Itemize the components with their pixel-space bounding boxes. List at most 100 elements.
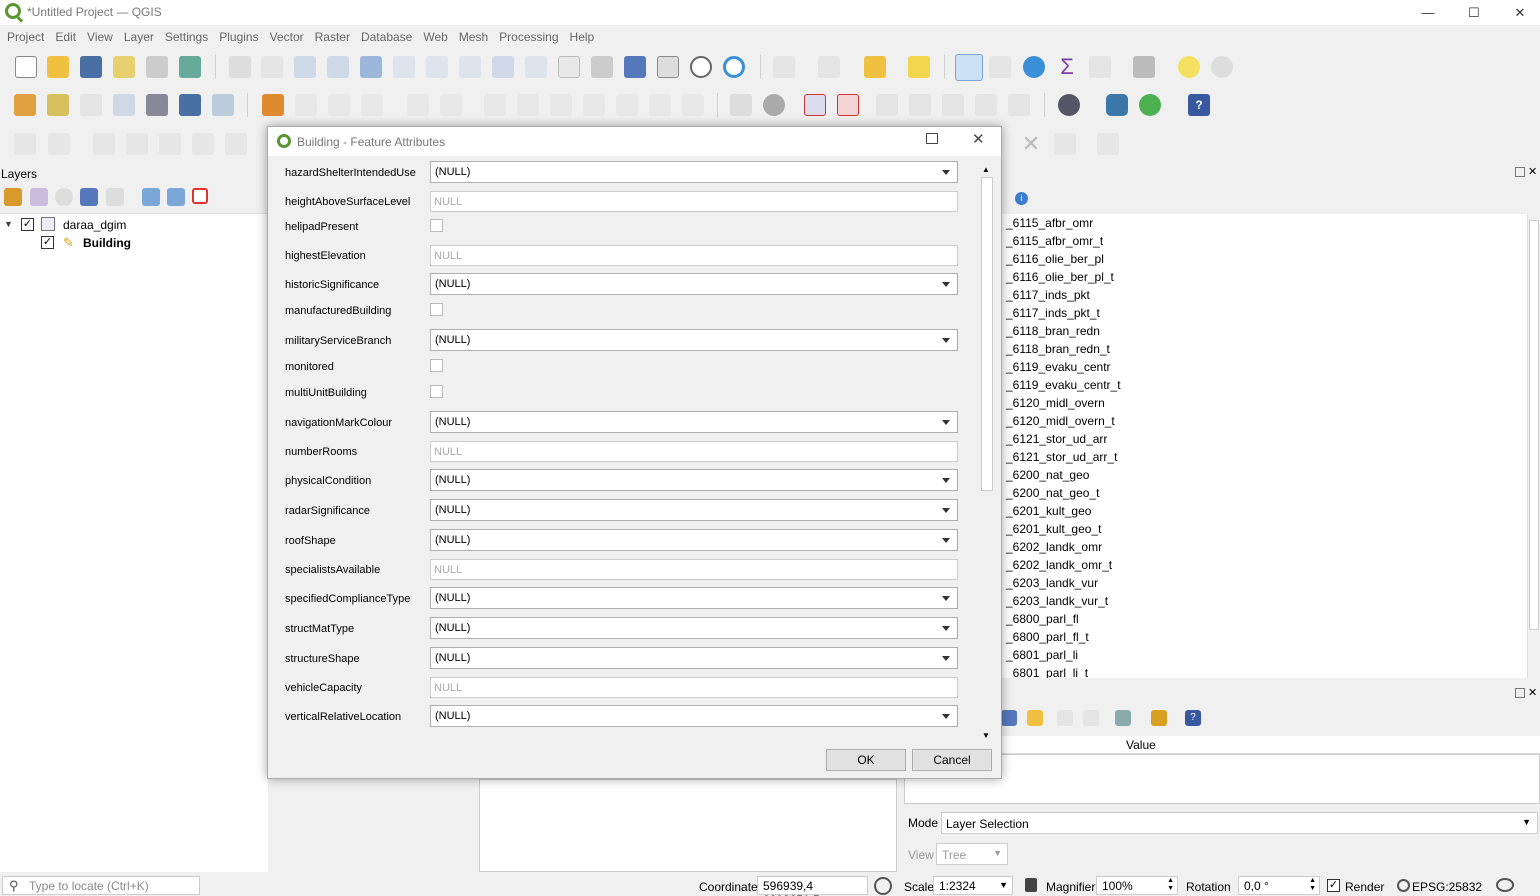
menu-plugins[interactable]: Plugins [214, 25, 264, 47]
identify-features-icon[interactable] [955, 54, 983, 81]
save-project-icon[interactable] [80, 56, 102, 78]
layer-visibility-checkbox[interactable]: ✓ [41, 236, 54, 249]
zoom-full-icon[interactable] [360, 56, 382, 78]
magnifier-spinbox[interactable]: 100% ▲ ▼ [1096, 876, 1178, 895]
add-raster-layer-icon[interactable] [179, 94, 201, 116]
spin-arrows-icon[interactable]: ▲ ▼ [1167, 877, 1174, 893]
identify-close-icon[interactable]: ✕ [1528, 686, 1537, 699]
field-combo[interactable]: (NULL) [430, 329, 958, 351]
paste-features-icon[interactable] [583, 94, 605, 116]
deselect-all-icon[interactable] [864, 56, 886, 78]
new-print-layout-icon[interactable] [113, 56, 135, 78]
menu-database[interactable]: Database [356, 25, 418, 47]
new-project-icon[interactable] [15, 56, 37, 78]
browser-list-item[interactable]: _6115_afbr_omr_t [1001, 232, 1527, 250]
menu-layer[interactable]: Layer [119, 25, 160, 47]
add-vector-layer-icon[interactable] [80, 94, 102, 116]
remove-layer-icon[interactable] [192, 188, 208, 204]
pan-to-selection-icon[interactable] [261, 56, 283, 78]
lock-scale-icon[interactable] [1025, 878, 1037, 892]
identify-help-icon[interactable]: ? [1185, 710, 1201, 726]
browser-list-item[interactable]: _6121_stor_ud_arr_t [1001, 448, 1527, 466]
save-edits-icon[interactable] [328, 94, 350, 116]
attribute-table-icon[interactable] [1089, 56, 1111, 78]
python-console-icon[interactable] [1106, 94, 1128, 116]
pin-labels-icon[interactable] [837, 94, 859, 116]
undo-icon[interactable] [649, 94, 671, 116]
render-checkbox[interactable]: ✓ [1327, 879, 1340, 892]
browser-list-item[interactable]: _6202_landk_omr [1001, 538, 1527, 556]
select-by-location-icon[interactable] [908, 56, 930, 78]
browser-list-item[interactable]: _6115_afbr_omr [1001, 214, 1527, 232]
field-combo[interactable]: (NULL) [430, 705, 958, 727]
locator-input[interactable]: ⚲ Type to locate (Ctrl+K) [2, 876, 200, 895]
pan-map-icon[interactable] [229, 56, 251, 78]
field-input[interactable]: NULL [430, 245, 958, 266]
scrollbar-thumb[interactable] [981, 177, 993, 491]
statistical-summary-icon[interactable]: Σ [1056, 56, 1078, 78]
form-scrollbar[interactable]: ▲ ▼ [979, 163, 995, 743]
expand-tree-icon[interactable] [1001, 710, 1017, 726]
view-select[interactable]: Tree ▼ [936, 843, 1008, 865]
fill-ring-icon[interactable] [126, 133, 148, 155]
minimize-button[interactable]: — [1405, 0, 1451, 25]
help-icon[interactable]: ? [1188, 94, 1210, 116]
plugin-globe-icon[interactable] [1058, 94, 1080, 116]
field-input[interactable]: NULL [430, 441, 958, 462]
zoom-in-icon[interactable] [294, 56, 316, 78]
mode-select[interactable]: Layer Selection ▼ [941, 812, 1538, 834]
menu-edit[interactable]: Edit [50, 25, 82, 47]
layer-name[interactable]: Building [83, 236, 131, 250]
browser-list-item[interactable]: _6117_inds_pkt [1001, 286, 1527, 304]
menu-web[interactable]: Web [418, 25, 453, 47]
field-combo[interactable]: (NULL) [430, 499, 958, 521]
open-project-icon[interactable] [47, 56, 69, 78]
add-wms-layer-icon[interactable] [212, 94, 234, 116]
locator-icon[interactable] [1211, 56, 1233, 78]
crs-label[interactable]: EPSG:25832 [1412, 880, 1482, 894]
browser-list-item[interactable]: _6200_nat_geo_t [1001, 484, 1527, 502]
new-3d-view-icon[interactable] [591, 56, 613, 78]
browser-list-item[interactable]: _6203_landk_vur [1001, 574, 1527, 592]
layout-manager-icon[interactable] [146, 56, 168, 78]
browser-list-item[interactable]: _6203_landk_vur_t [1001, 592, 1527, 610]
new-map-view-icon[interactable] [558, 56, 580, 78]
zoom-next-icon[interactable] [525, 56, 547, 78]
menu-help[interactable]: Help [565, 25, 601, 47]
menu-settings[interactable]: Settings [160, 25, 214, 47]
reshape-icon[interactable] [225, 133, 247, 155]
crs-globe-icon[interactable] [1397, 879, 1410, 892]
temporal-controller-icon[interactable] [690, 56, 712, 78]
change-label-icon[interactable] [975, 94, 997, 116]
delete-part-icon[interactable] [192, 133, 214, 155]
add-group-icon[interactable] [30, 188, 48, 206]
browser-list-item[interactable]: _6121_stor_ud_arr [1001, 430, 1527, 448]
rotation-spinbox[interactable]: 0,0 ° ▲ ▼ [1238, 876, 1320, 895]
field-input[interactable]: NULL [430, 677, 958, 698]
add-part-icon[interactable] [93, 133, 115, 155]
info-icon[interactable]: i [1015, 192, 1028, 205]
maximize-button[interactable]: ☐ [1451, 0, 1497, 25]
field-combo[interactable]: (NULL) [430, 469, 958, 491]
browser-list-item[interactable]: _6116_olie_ber_pl_t [1001, 268, 1527, 286]
field-input[interactable]: NULL [430, 191, 958, 212]
map-canvas[interactable] [479, 779, 897, 872]
field-checkbox[interactable] [430, 219, 443, 232]
browser-list-item[interactable]: _6800_parl_fl [1001, 610, 1527, 628]
dialog-close-button[interactable]: ✕ [972, 130, 985, 148]
new-bookmark-icon[interactable] [624, 56, 646, 78]
messages-icon[interactable] [1496, 878, 1514, 892]
panel-close-icon[interactable]: ✕ [1528, 165, 1537, 178]
open-field-calculator-icon[interactable] [989, 56, 1011, 78]
current-edits-icon[interactable] [295, 94, 317, 116]
select-features-icon[interactable] [773, 56, 795, 78]
browser-list-item[interactable]: _6119_evaku_centr [1001, 358, 1527, 376]
scrollbar-thumb[interactable] [1529, 220, 1539, 630]
zoom-out-icon[interactable] [327, 56, 349, 78]
expand-all-icon[interactable] [142, 188, 160, 206]
zoom-last-icon[interactable] [492, 56, 514, 78]
new-geopackage-layer-icon[interactable] [47, 94, 69, 116]
menu-raster[interactable]: Raster [310, 25, 356, 47]
browser-list-item[interactable]: _6119_evaku_centr_t [1001, 376, 1527, 394]
label-tool-icon[interactable] [730, 94, 752, 116]
